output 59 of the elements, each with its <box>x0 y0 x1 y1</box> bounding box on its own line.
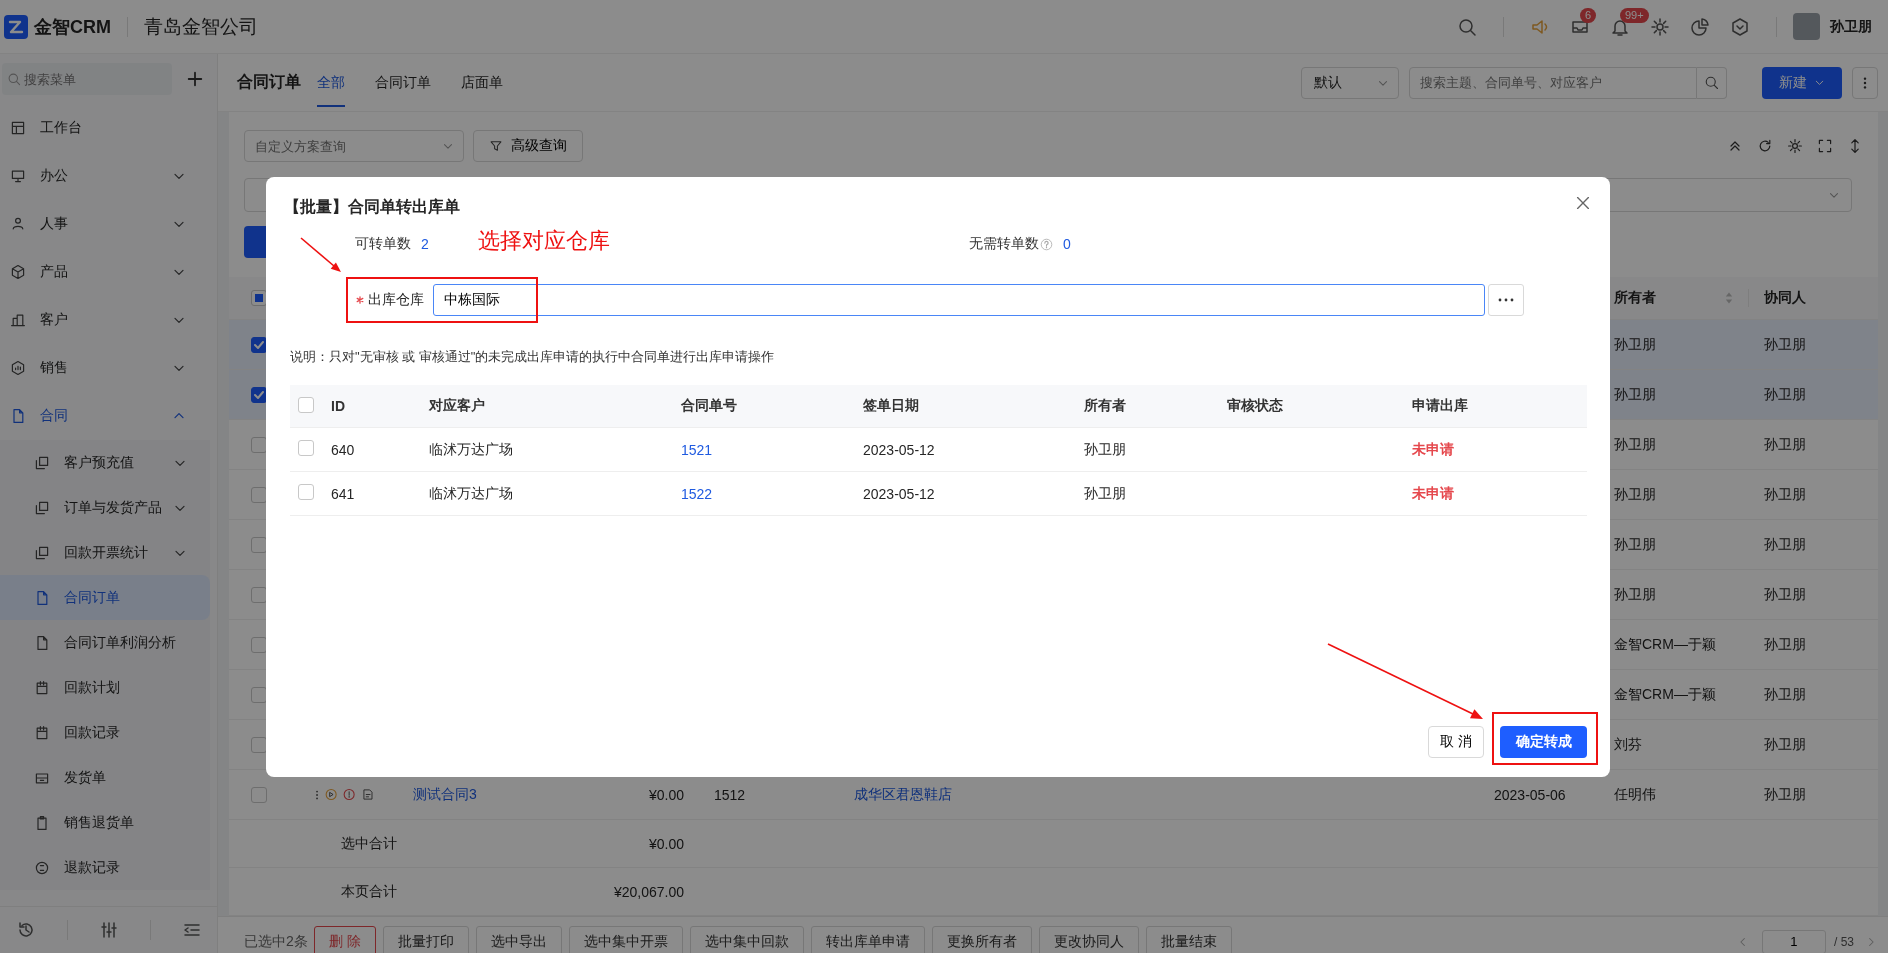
owner-cell: 金智CRM—于颖 <box>1614 635 1716 652</box>
customer-cell: 临沭万达广场 <box>429 440 513 457</box>
column-header: 申请出库 <box>1412 397 1468 413</box>
collaborator-cell: 孙卫朋 <box>1764 385 1806 402</box>
total-label: 本页合计 <box>341 882 397 899</box>
collaborator-cell: 孙卫朋 <box>1764 335 1806 352</box>
owner-cell: 孙卫朋 <box>1614 335 1656 352</box>
owner-cell: 孙卫朋 <box>1614 435 1656 452</box>
column-header: 签单日期 <box>863 397 919 413</box>
dialog-title: 【批量】合同单转出库单 <box>284 197 460 217</box>
page-total: / 53 <box>1834 934 1854 949</box>
collaborator-cell: 孙卫朋 <box>1764 685 1806 702</box>
id-cell: 640 <box>331 441 355 458</box>
company-name: 青岛金智公司 <box>144 14 258 39</box>
column-header: 所有者 <box>1084 397 1126 413</box>
contract-number-cell: 1512 <box>714 786 746 803</box>
date-cell: 2023-05-06 <box>1494 786 1566 803</box>
column-header: ID <box>331 398 345 414</box>
collaborator-cell: 孙卫朋 <box>1764 535 1806 552</box>
amount-cell: ¥0.00 <box>648 786 684 803</box>
collaborator-cell: 孙卫朋 <box>1764 785 1806 802</box>
stat-label: 可转单数 <box>355 235 411 253</box>
request-status-cell: 未申请 <box>1412 440 1454 457</box>
owner-cell: 刘芬 <box>1614 735 1642 752</box>
annotation-text: 选择对应仓库 <box>478 227 610 255</box>
owner-cell: 孙卫朋 <box>1614 535 1656 552</box>
owner-cell: 孙卫朋 <box>1614 385 1656 402</box>
request-status-cell: 未申请 <box>1412 484 1454 501</box>
selected-count: 已选中2条 <box>244 932 308 951</box>
stat-value: 0 <box>1063 236 1071 252</box>
app-name: 金智CRM <box>34 15 111 39</box>
owner-cell: 孙卫朋 <box>1084 484 1126 501</box>
page-title: 合同订单 <box>237 72 301 92</box>
collaborator-cell: 孙卫朋 <box>1764 435 1806 452</box>
total-value: ¥20,067.00 <box>613 883 684 900</box>
owner-cell: 孙卫朋 <box>1614 585 1656 602</box>
date-cell: 2023-05-12 <box>863 485 935 502</box>
notification-badge: 99+ <box>1620 7 1649 23</box>
owner-cell: 金智CRM—于颖 <box>1614 685 1716 702</box>
date-cell: 2023-05-12 <box>863 441 935 458</box>
stat-label: 无需转单数 <box>969 235 1039 253</box>
owner-cell: 孙卫朋 <box>1084 440 1126 457</box>
total-label: 选中合计 <box>341 834 397 851</box>
message-badge: 6 <box>1580 7 1597 23</box>
note-text: 说明：只对"无审核 或 审核通过"的未完成出库申请的执行中合同单进行出库申请操作 <box>290 348 776 366</box>
stat-value: 2 <box>421 236 429 252</box>
collaborator-cell: 孙卫朋 <box>1764 485 1806 502</box>
field-label: 出库仓库 <box>368 291 424 309</box>
total-value: ¥0.00 <box>648 835 684 852</box>
column-header: 对应客户 <box>429 397 485 413</box>
collaborator-cell: 孙卫朋 <box>1764 635 1806 652</box>
id-cell: 641 <box>331 485 355 502</box>
customer-cell: 临沭万达广场 <box>429 484 513 501</box>
collaborator-cell: 孙卫朋 <box>1764 735 1806 752</box>
collaborator-cell: 孙卫朋 <box>1764 585 1806 602</box>
column-header: 合同单号 <box>681 397 737 413</box>
owner-cell: 任明伟 <box>1614 785 1656 802</box>
owner-cell: 孙卫朋 <box>1614 485 1656 502</box>
column-header: 审核状态 <box>1227 397 1283 413</box>
